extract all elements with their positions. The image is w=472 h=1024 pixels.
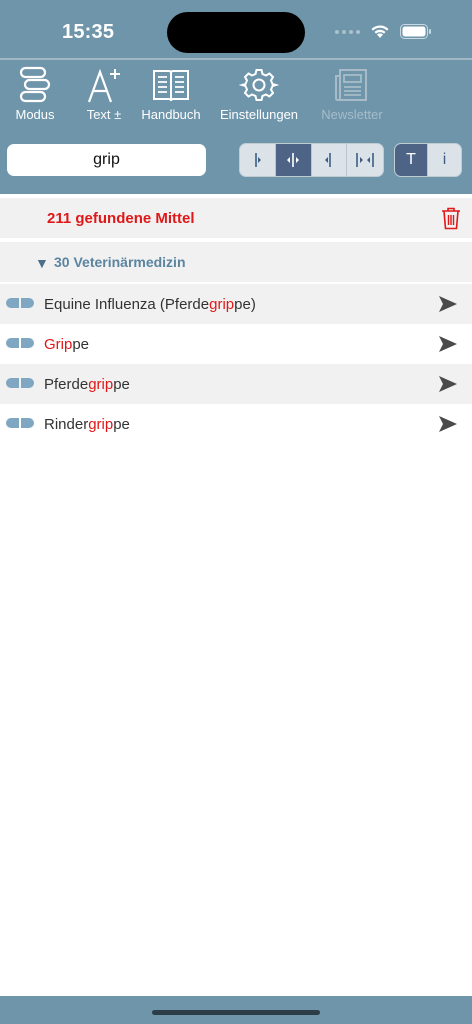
book-icon: [153, 70, 189, 102]
result-count: 211 gefundene Mittel: [47, 210, 195, 227]
match-exact-icon: [356, 153, 374, 167]
list-item[interactable]: Grippe: [0, 324, 472, 364]
einstellungen-button[interactable]: Einstellungen: [216, 66, 302, 122]
item-label: Equine Influenza (Pferdegrippe): [44, 296, 256, 313]
item-label: Rindergrippe: [44, 416, 130, 433]
capsule-icon: [6, 338, 34, 348]
match-end-icon: [324, 153, 331, 167]
capsule-icon: [6, 418, 34, 428]
send-arrow-icon[interactable]: [438, 375, 458, 393]
text-size-label: Text ±: [86, 107, 122, 122]
list-item[interactable]: Equine Influenza (Pferdegrippe): [0, 284, 472, 324]
capsule-icon: [6, 378, 34, 388]
send-arrow-icon[interactable]: [438, 295, 458, 313]
list-item[interactable]: Rindergrippe: [0, 404, 472, 444]
status-icons: [335, 24, 432, 39]
text-size-button[interactable]: Text ±: [81, 66, 127, 122]
gear-icon: [239, 69, 279, 101]
status-time: 15:35: [62, 21, 115, 43]
modus-icon: [19, 66, 51, 103]
bottom-bar: [0, 996, 472, 1024]
search-position-segment: [239, 143, 384, 177]
wifi-icon: [371, 25, 389, 38]
modus-label: Modus: [15, 107, 55, 122]
group-header[interactable]: ▼ 30 Veterinärmedizin: [0, 242, 472, 282]
toolbar: Modus Text ± Handbuch Einstellungen News…: [0, 66, 472, 126]
mode-toggle: T i: [394, 143, 462, 177]
top-bar: 15:35 Modus Text ± Handbuch Einstellunge…: [0, 0, 472, 194]
text-size-icon: [87, 68, 120, 103]
capsule-icon: [6, 298, 34, 308]
trash-icon[interactable]: [440, 206, 462, 230]
result-count-row: 211 gefundene Mittel: [0, 198, 472, 238]
dynamic-island: [167, 12, 305, 53]
einstellungen-label: Einstellungen: [219, 107, 299, 122]
item-label: Grippe: [44, 336, 90, 353]
send-arrow-icon[interactable]: [438, 335, 458, 353]
mode-t-option[interactable]: T: [395, 144, 429, 176]
newsletter-button[interactable]: Newsletter: [317, 66, 387, 122]
match-start-option[interactable]: [240, 144, 276, 176]
search-input[interactable]: [7, 144, 206, 176]
modus-button[interactable]: Modus: [12, 66, 58, 122]
divider: [0, 58, 472, 60]
signal-icon: [335, 29, 360, 34]
item-label: Pferdegrippe: [44, 376, 130, 393]
disclosure-triangle-icon: ▼: [35, 255, 49, 271]
battery-icon: [400, 24, 431, 39]
handbuch-label: Handbuch: [141, 107, 201, 122]
match-start-icon: [255, 153, 262, 167]
newsletter-label: Newsletter: [321, 107, 383, 122]
mode-i-option[interactable]: i: [428, 144, 461, 176]
match-exact-option[interactable]: [347, 144, 383, 176]
list-item[interactable]: Pferdegrippe: [0, 364, 472, 404]
handbuch-button[interactable]: Handbuch: [139, 66, 203, 122]
home-indicator[interactable]: [152, 1010, 320, 1015]
match-end-option[interactable]: [312, 144, 348, 176]
match-anywhere-icon: [287, 153, 300, 167]
match-anywhere-option[interactable]: [275, 144, 312, 176]
group-title: 30 Veterinärmedizin: [54, 254, 186, 270]
newspaper-icon: [335, 69, 367, 101]
send-arrow-icon[interactable]: [438, 415, 458, 433]
